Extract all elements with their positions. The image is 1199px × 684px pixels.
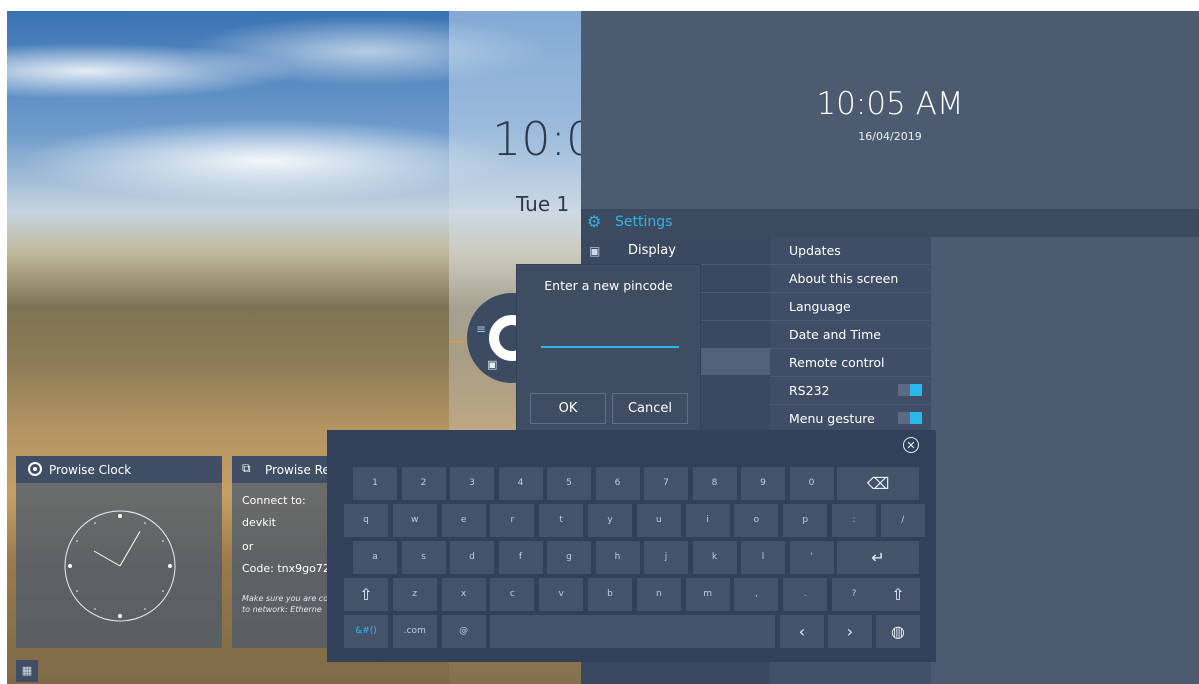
- symbols-key[interactable]: &#(): [344, 615, 388, 648]
- key-6[interactable]: 6: [595, 467, 640, 500]
- key-e[interactable]: e: [441, 504, 486, 537]
- key-b[interactable]: b: [588, 578, 632, 611]
- key-n[interactable]: n: [636, 578, 681, 611]
- menu-gesture-toggle[interactable]: [898, 412, 922, 424]
- reflect-code: Code: tnx9go72: [242, 562, 330, 575]
- settings-item-label: Remote control: [789, 355, 885, 370]
- reflect-device-name: devkit: [242, 516, 276, 529]
- enter-icon[interactable]: ↵: [837, 541, 919, 574]
- key-slash[interactable]: /: [880, 504, 925, 537]
- key-t[interactable]: t: [539, 504, 584, 537]
- screen-icon[interactable]: ▣: [487, 358, 497, 371]
- reflect-or: or: [242, 540, 254, 553]
- clock-mark-9: [68, 564, 72, 568]
- reflect-note-line2: to network: Etherne: [242, 605, 322, 614]
- key-q[interactable]: q: [344, 504, 388, 537]
- pincode-input[interactable]: [541, 330, 679, 348]
- key-h[interactable]: h: [595, 541, 640, 574]
- chevron-left-icon[interactable]: ‹: [780, 615, 824, 648]
- settings-item-label: Menu gesture: [789, 411, 875, 426]
- key-7[interactable]: 7: [644, 467, 688, 500]
- key-comma[interactable]: ,: [734, 578, 779, 611]
- key-8[interactable]: 8: [692, 467, 737, 500]
- settings-titlebar: [581, 209, 1199, 237]
- gear-icon: ⚙: [587, 212, 602, 231]
- settings-item-label: Language: [789, 299, 851, 314]
- key-y[interactable]: y: [588, 504, 632, 537]
- ok-button[interactable]: OK: [530, 393, 606, 424]
- settings-category-label: Display: [628, 243, 676, 258]
- clock-widget-title: Prowise Clock: [49, 463, 132, 477]
- clock-app-icon: [28, 462, 42, 476]
- key-g[interactable]: g: [547, 541, 591, 574]
- key-i[interactable]: i: [685, 504, 730, 537]
- key-p[interactable]: p: [783, 504, 828, 537]
- key-9[interactable]: 9: [741, 467, 785, 500]
- rs232-toggle[interactable]: [898, 384, 922, 396]
- key-k[interactable]: k: [692, 541, 737, 574]
- key-period[interactable]: .: [783, 578, 828, 611]
- space-bar[interactable]: [490, 615, 776, 648]
- key-u[interactable]: u: [636, 504, 681, 537]
- header-time: 10:05 AM: [816, 86, 964, 122]
- clock-mark-3: [168, 564, 172, 568]
- key-question[interactable]: ?: [832, 578, 876, 611]
- key-a[interactable]: a: [353, 541, 397, 574]
- key-x[interactable]: x: [441, 578, 486, 611]
- screen-share-icon: ⧉: [242, 461, 251, 475]
- globe-icon[interactable]: ◍: [876, 615, 920, 648]
- menu-icon[interactable]: ≡: [476, 322, 486, 336]
- shift-icon[interactable]: ⇧: [876, 578, 920, 611]
- shift-icon[interactable]: ⇧: [344, 578, 388, 611]
- close-icon[interactable]: ✕: [903, 437, 919, 453]
- apps-grid-icon[interactable]: ▦: [16, 660, 38, 682]
- key-s[interactable]: s: [401, 541, 446, 574]
- lockscreen-date: Tue 1: [516, 192, 570, 216]
- key-3[interactable]: 3: [450, 467, 494, 500]
- reflect-connect-label: Connect to:: [242, 494, 306, 507]
- key-w[interactable]: w: [392, 504, 437, 537]
- backspace-icon[interactable]: ⌫: [837, 467, 919, 500]
- cancel-button[interactable]: Cancel: [612, 393, 688, 424]
- reflect-widget-title: Prowise Ref: [265, 463, 335, 477]
- settings-item-label: About this screen: [789, 271, 899, 286]
- at-key[interactable]: @: [441, 615, 486, 648]
- clock-mark-6: [118, 614, 122, 618]
- key-v[interactable]: v: [539, 578, 584, 611]
- key-o[interactable]: o: [734, 504, 779, 537]
- chevron-right-icon[interactable]: ›: [828, 615, 872, 648]
- key-5[interactable]: 5: [547, 467, 591, 500]
- display-icon: ▣: [589, 244, 601, 258]
- clock-minute-hand: [119, 531, 141, 567]
- key-m[interactable]: m: [685, 578, 730, 611]
- settings-item-label: Date and Time: [789, 327, 881, 342]
- pincode-dialog-title: Enter a new pincode: [544, 278, 673, 293]
- analog-clock: [64, 510, 176, 622]
- key-apostrophe[interactable]: ': [789, 541, 834, 574]
- key-j[interactable]: j: [644, 541, 688, 574]
- key-f[interactable]: f: [498, 541, 543, 574]
- key-l[interactable]: l: [741, 541, 785, 574]
- header-date: 16/04/2019: [858, 130, 922, 143]
- settings-item-label: RS232: [789, 383, 830, 398]
- settings-title: Settings: [615, 214, 673, 230]
- key-1[interactable]: 1: [353, 467, 397, 500]
- reflect-note-line1: Make sure you are co: [242, 594, 329, 603]
- key-r[interactable]: r: [490, 504, 535, 537]
- key-2[interactable]: 2: [401, 467, 446, 500]
- key-4[interactable]: 4: [498, 467, 543, 500]
- clock-mark-12: [118, 514, 122, 518]
- key-0[interactable]: 0: [789, 467, 834, 500]
- key-d[interactable]: d: [450, 541, 494, 574]
- lockscreen-clock: 10:0: [492, 112, 596, 166]
- clock-hour-hand: [93, 550, 121, 567]
- dotcom-key[interactable]: .com: [392, 615, 437, 648]
- key-z[interactable]: z: [392, 578, 437, 611]
- key-colon[interactable]: :: [832, 504, 876, 537]
- settings-item-label: Updates: [789, 243, 841, 258]
- key-c[interactable]: c: [490, 578, 535, 611]
